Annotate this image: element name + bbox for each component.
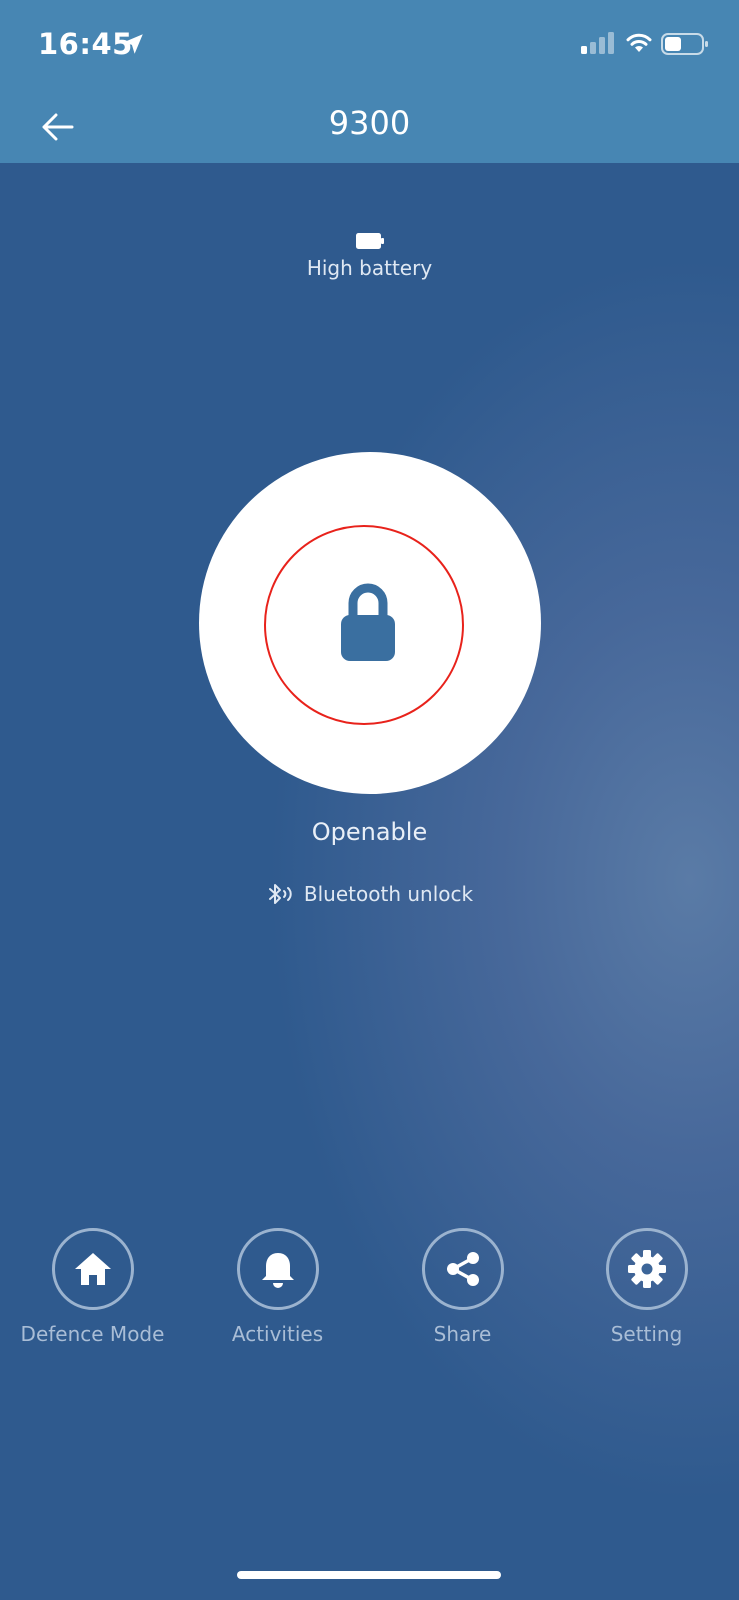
- status-time: 16:45: [38, 27, 133, 61]
- unlock-method: Bluetooth unlock: [0, 882, 739, 906]
- activities-button[interactable]: Activities: [185, 1228, 370, 1346]
- home-indicator: [237, 1571, 501, 1579]
- setting-circle: [605, 1228, 688, 1310]
- unlock-method-label: Bluetooth unlock: [303, 882, 474, 906]
- lock-state-text: Openable: [311, 818, 428, 846]
- activities-circle: [236, 1228, 319, 1310]
- defence-mode-button[interactable]: Defence Mode: [0, 1228, 185, 1346]
- cellular-signal-icon: [581, 32, 614, 54]
- gear-icon: [627, 1250, 666, 1288]
- page-title: 9300: [328, 104, 411, 142]
- battery-icon: [661, 33, 708, 55]
- activities-label: Activities: [231, 1322, 324, 1346]
- share-button[interactable]: Share: [370, 1228, 555, 1346]
- battery-indicator: High battery: [0, 232, 739, 280]
- defence-mode-label: Defence Mode: [20, 1322, 165, 1346]
- lock-button[interactable]: [199, 452, 541, 794]
- battery-label: High battery: [306, 256, 433, 280]
- location-arrow-icon: [123, 34, 143, 54]
- action-bar: Defence Mode Activities Share Setting: [0, 1228, 739, 1358]
- share-label: Share: [433, 1322, 492, 1346]
- setting-label: Setting: [610, 1322, 683, 1346]
- padlock-icon: [341, 583, 395, 661]
- bluetooth-icon: [268, 884, 292, 904]
- bell-icon: [261, 1253, 294, 1288]
- setting-button[interactable]: Setting: [554, 1228, 739, 1346]
- share-circle: [421, 1228, 504, 1310]
- nav-bar: 9300: [0, 90, 739, 163]
- home-icon: [74, 1253, 111, 1285]
- wifi-icon: [626, 33, 652, 52]
- defence-mode-circle: [51, 1228, 134, 1310]
- battery-full-icon: [355, 233, 384, 249]
- share-icon: [446, 1252, 479, 1286]
- status-bar: 16:45: [0, 0, 739, 90]
